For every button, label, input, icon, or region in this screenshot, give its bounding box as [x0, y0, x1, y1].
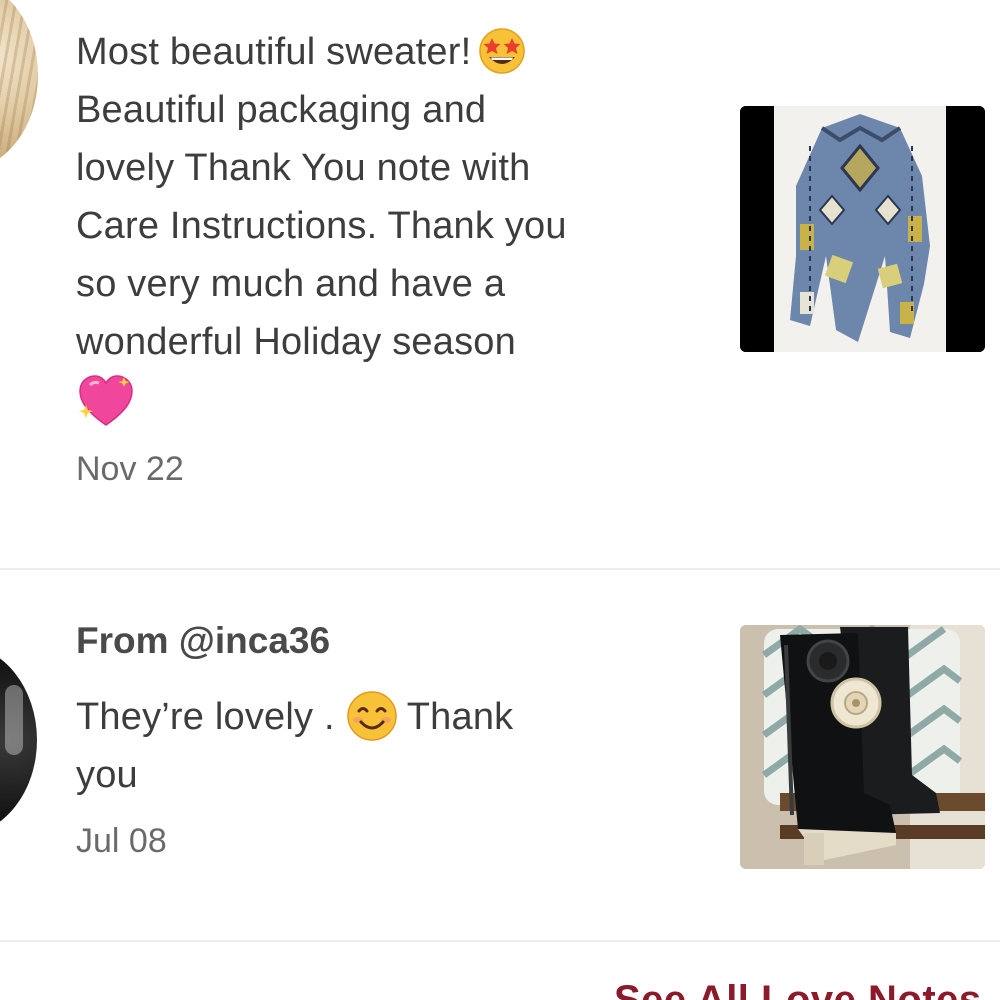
divider: [0, 568, 1000, 570]
note-line: so very much and have a: [76, 263, 506, 305]
note-message: They’re lovely . Thank you: [76, 688, 696, 804]
smiling-face-emoji-icon: [345, 689, 399, 743]
note-line: you: [76, 754, 138, 796]
note-line: Beautiful packaging and: [76, 89, 487, 131]
avatar[interactable]: [0, 0, 38, 170]
divider: [0, 940, 1000, 942]
note-date: Jul 08: [76, 822, 167, 860]
product-image-boots[interactable]: [740, 625, 985, 869]
avatar[interactable]: [0, 645, 37, 835]
note-line: wonderful Holiday season: [76, 321, 516, 363]
note-message: Most beautiful sweater! Beautiful packag…: [76, 23, 696, 429]
sparkling-heart-emoji-icon: [76, 373, 136, 429]
note-date: Nov 22: [76, 450, 184, 488]
note-line: Care Instructions. Thank you: [76, 205, 567, 247]
star-struck-emoji-icon: [477, 25, 527, 75]
note-line: Most beautiful sweater!: [76, 23, 696, 81]
see-all-love-notes-link[interactable]: See All Love Notes: [614, 978, 982, 1000]
product-image-sweater[interactable]: [740, 106, 985, 352]
note-line: They’re lovely . Thank: [76, 688, 696, 746]
love-notes-screen: Most beautiful sweater! Beautiful packag…: [0, 0, 1000, 1000]
note-author[interactable]: From @inca36: [76, 620, 330, 662]
note-line: lovely Thank You note with: [76, 147, 531, 189]
